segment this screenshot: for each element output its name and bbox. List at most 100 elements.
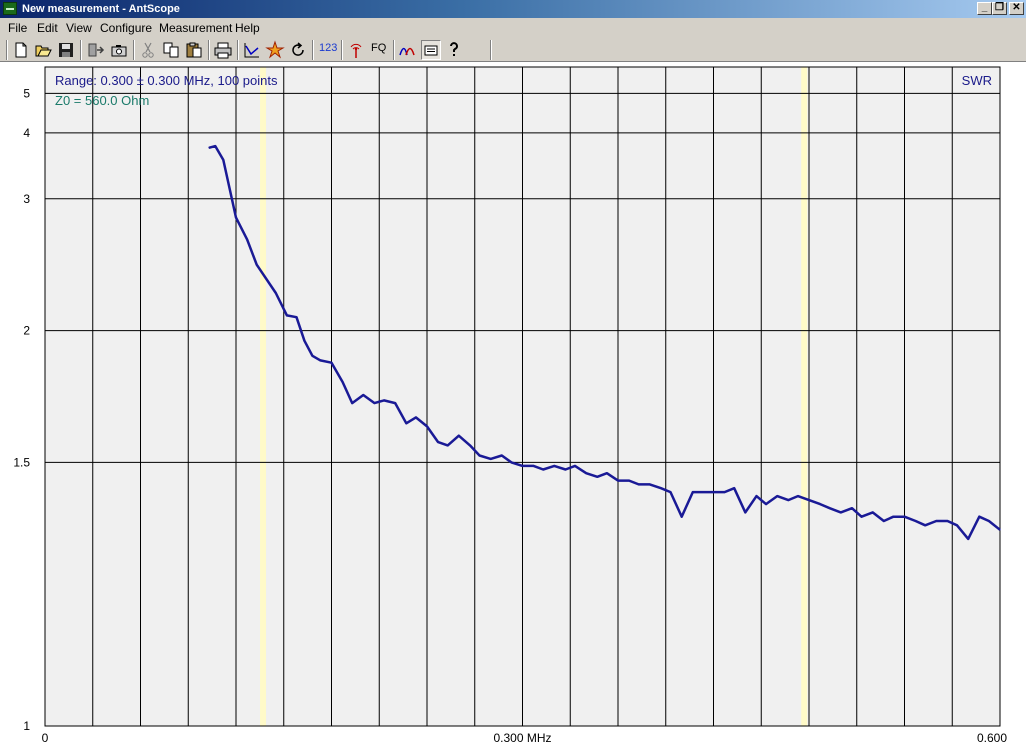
copy-icon[interactable]: [161, 40, 181, 60]
x-tick-label: 0: [42, 731, 49, 745]
restore-button[interactable]: ❐: [992, 2, 1007, 15]
camera-icon[interactable]: [109, 40, 129, 60]
swr-point: [447, 444, 449, 446]
swr-point: [478, 454, 481, 457]
series-label-swr: SWR: [962, 73, 992, 88]
swr-chart-area[interactable]: 1 1.5 2 3 4 5 0 0.300 MHz 0.600 Range: 0.300 ± 0.…: [0, 62, 1026, 745]
swr-chart[interactable]: 1 1.5 2 3 4 5 0 0.300 MHz 0.600 Range: 0.300 ± 0.…: [0, 62, 1026, 745]
menu-bar: File Edit View Configure Measurement Hel…: [0, 18, 1026, 38]
swr-point: [924, 524, 926, 526]
swr-point: [437, 441, 439, 443]
swr-point: [692, 491, 694, 493]
range-label: Range: 0.300 ± 0.300 MHz, 100 points: [55, 73, 278, 88]
menu-configure[interactable]: Configure: [100, 21, 152, 35]
new-icon[interactable]: [11, 40, 31, 60]
menu-edit[interactable]: Edit: [37, 21, 58, 35]
swr-point: [883, 520, 885, 522]
swr-point: [426, 425, 428, 427]
swr-point: [628, 479, 630, 482]
help-icon[interactable]: [444, 40, 464, 60]
toolbar-grip[interactable]: [6, 40, 7, 60]
y-tick-label: 1: [23, 719, 30, 733]
swr-point: [208, 147, 210, 149]
swr-point: [860, 516, 863, 518]
swr-point: [596, 476, 598, 478]
swr-point: [246, 238, 248, 240]
swr-point: [521, 465, 524, 467]
toolbar-separator: [80, 40, 81, 60]
menu-file[interactable]: File: [8, 21, 27, 35]
close-button[interactable]: ✕: [1009, 2, 1024, 15]
menu-view[interactable]: View: [66, 21, 92, 35]
y-tick-label: 4: [23, 126, 30, 140]
swr-point: [405, 422, 407, 424]
digits-icon[interactable]: 123: [319, 41, 337, 55]
save-icon[interactable]: [56, 40, 76, 60]
y-tick-label: 3: [23, 192, 30, 206]
swr-point: [458, 435, 460, 437]
export-icon[interactable]: [86, 40, 106, 60]
star-icon[interactable]: [265, 40, 285, 60]
fq-icon[interactable]: FQ: [371, 41, 386, 55]
swr-point: [351, 402, 353, 404]
paste-icon[interactable]: [184, 40, 204, 60]
graph-icon[interactable]: [242, 40, 262, 60]
swr-point: [649, 483, 651, 485]
cut-icon[interactable]: [138, 40, 158, 60]
antscope-window: New measurement - AntScope _ ❐ ✕ File Ed…: [0, 0, 1026, 745]
swr-point: [256, 264, 258, 266]
swr-point: [553, 465, 555, 467]
tabs-icon[interactable]: [421, 40, 441, 60]
swr-point: [776, 495, 778, 497]
swr-point: [319, 359, 321, 361]
refresh-icon[interactable]: [288, 40, 308, 60]
open-icon[interactable]: [33, 40, 53, 60]
swr-point: [342, 381, 344, 383]
minimize-button[interactable]: _: [977, 2, 992, 15]
swr-point: [978, 516, 980, 518]
swr-point: [797, 495, 799, 497]
swr-point: [999, 529, 1001, 531]
y-tick-label: 2: [23, 324, 30, 338]
swr-point: [744, 511, 746, 514]
menu-measurement[interactable]: Measurement: [159, 21, 232, 35]
window-title: New measurement - AntScope: [22, 3, 180, 15]
antscope-app-icon[interactable]: [3, 2, 17, 15]
swr-point: [275, 292, 277, 294]
swr-point: [533, 465, 535, 467]
swr-point: [362, 394, 364, 396]
toolbar-separator: [208, 40, 209, 60]
print-icon[interactable]: [213, 40, 233, 60]
swr-point: [733, 487, 735, 489]
swr-point: [564, 468, 567, 471]
toolbar-end: [490, 40, 491, 60]
title-bar[interactable]: New measurement - AntScope _ ❐ ✕: [0, 0, 1026, 18]
swr-point: [755, 495, 758, 497]
curves-icon[interactable]: [398, 40, 418, 60]
swr-point: [956, 524, 958, 526]
swr-point: [638, 483, 640, 485]
menu-help[interactable]: Help: [235, 21, 260, 35]
swr-point: [669, 491, 672, 493]
swr-point: [787, 499, 789, 501]
toolbar-separator: [341, 40, 342, 60]
swr-point: [872, 511, 874, 514]
swr-point: [988, 520, 990, 522]
swr-point: [501, 454, 503, 457]
swr-point: [892, 516, 894, 518]
swr-point: [829, 507, 831, 509]
x-tick-label: 0.600: [977, 731, 1007, 745]
toolbar-separator: [133, 40, 134, 60]
swr-point: [606, 472, 608, 474]
x-tick-label: 0.300 MHz: [493, 731, 551, 745]
y-tick-label: 1.5: [13, 455, 30, 469]
swr-point: [808, 499, 810, 501]
swr-point: [373, 402, 376, 404]
swr-point: [946, 520, 949, 522]
swr-point: [724, 491, 726, 493]
swr-point: [840, 511, 842, 514]
swr-point: [935, 520, 937, 522]
swr-point: [701, 491, 703, 493]
swr-point: [214, 145, 216, 147]
antenna-icon[interactable]: [346, 40, 366, 60]
